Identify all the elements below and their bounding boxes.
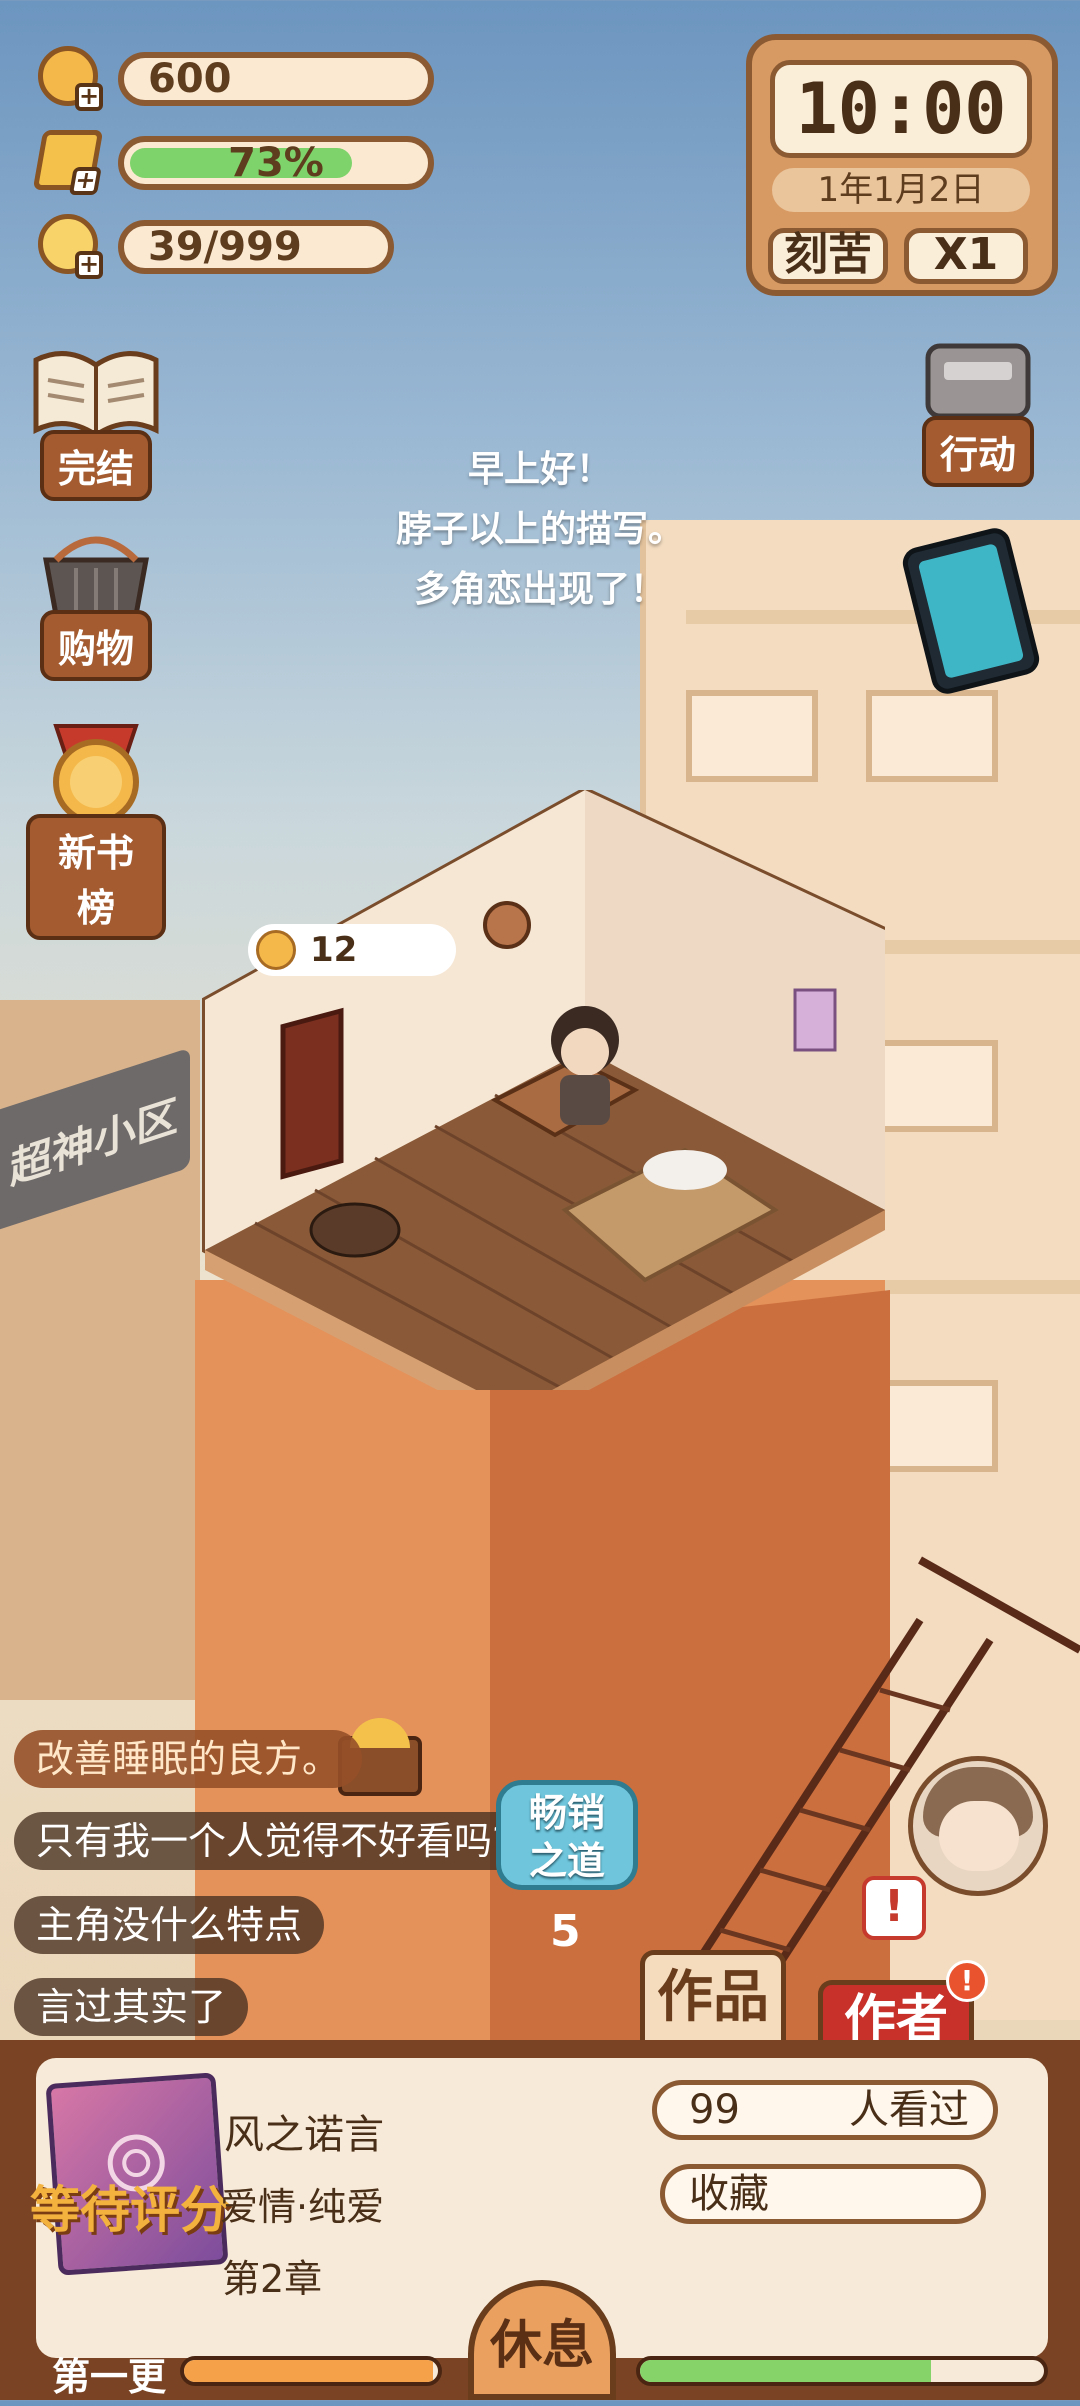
right-progress-bar bbox=[636, 2356, 1048, 2386]
inspiration-amount: 39/999 bbox=[118, 220, 394, 274]
plus-icon[interactable]: + bbox=[75, 251, 103, 279]
shopping-menu-button[interactable]: 购物 bbox=[26, 520, 166, 681]
clock-panel: 10:00 1年1月2日 刻苦 X1 bbox=[746, 34, 1058, 296]
coin-reward-bubble[interactable]: 12 bbox=[248, 924, 456, 976]
bestseller-button[interactable]: 畅销 之道 bbox=[496, 1780, 638, 1890]
greeting-message: 早上好！ 脖子以上的描写。 多角恋出现了！ bbox=[300, 440, 780, 620]
mode-button[interactable]: 刻苦 bbox=[768, 228, 888, 284]
coin-icon: + bbox=[38, 46, 103, 111]
notification-badge: ! bbox=[946, 1960, 988, 2002]
new-books-rank-button[interactable]: 新书榜 bbox=[26, 716, 166, 940]
greeting-line-1: 早上好！ bbox=[467, 449, 612, 490]
book-chapter: 第2章 bbox=[222, 2257, 323, 2301]
reader-avatar[interactable] bbox=[908, 1756, 1048, 1896]
pending-review-status: 等待评分 bbox=[30, 2181, 230, 2239]
greeting-line-2: 脖子以上的描写。 bbox=[395, 509, 684, 550]
finish-menu-button[interactable]: 完结 bbox=[26, 340, 166, 501]
plus-icon[interactable]: + bbox=[75, 83, 103, 111]
time-display: 10:00 bbox=[770, 60, 1032, 158]
book-genre: 爱情·纯爱 bbox=[220, 2185, 385, 2229]
left-progress-fill bbox=[184, 2360, 433, 2382]
plus-icon[interactable]: + bbox=[68, 166, 102, 195]
views-label: 人看过 bbox=[849, 2087, 969, 2133]
comment-bubble: 言过其实了 bbox=[14, 1978, 249, 2036]
greeting-line-3: 多角恋出现了！ bbox=[413, 569, 666, 610]
comment-bubble: 只有我一个人觉得不好看吗? bbox=[14, 1812, 535, 1870]
lightning-icon: + bbox=[32, 130, 104, 195]
date-display: 1年1月2日 bbox=[772, 168, 1030, 212]
energy-resource[interactable]: + 73% bbox=[32, 130, 438, 200]
right-progress-fill bbox=[640, 2360, 931, 2382]
energy-bar: 73% bbox=[118, 136, 434, 190]
progress-label: 第一更 bbox=[52, 2355, 167, 2399]
bestseller-count: 5 bbox=[550, 1906, 581, 1957]
coin-resource[interactable]: + 600 bbox=[38, 46, 438, 116]
tab-works[interactable]: 作品 bbox=[640, 1950, 786, 2042]
shopping-label: 购物 bbox=[39, 610, 152, 681]
new-books-rank-label: 新书榜 bbox=[26, 814, 166, 940]
views-count: 99 bbox=[689, 2087, 740, 2133]
bestseller-label-line2: 之道 bbox=[528, 1839, 605, 1883]
medal-icon bbox=[53, 724, 139, 825]
inspiration-resource[interactable]: + 39/999 bbox=[38, 214, 438, 284]
comment-bubble: 改善睡眠的良方。 bbox=[14, 1730, 363, 1788]
writer-room bbox=[202, 790, 885, 1390]
lightbulb-icon: + bbox=[38, 214, 103, 279]
action-button[interactable]: 行动 bbox=[912, 340, 1044, 487]
comment-bubble: 主角没什么特点 bbox=[14, 1896, 325, 1954]
energy-label: 73% bbox=[228, 140, 324, 186]
coin-reward-amount: 12 bbox=[310, 930, 358, 970]
alert-icon: ! bbox=[862, 1876, 926, 1940]
bestseller-label-line1: 畅销 bbox=[528, 1791, 605, 1835]
left-progress-bar bbox=[180, 2356, 442, 2386]
coin-amount: 600 bbox=[118, 52, 434, 106]
speed-button[interactable]: X1 bbox=[904, 228, 1028, 284]
finish-label: 完结 bbox=[39, 430, 152, 501]
favorite-button[interactable]: 收藏 bbox=[660, 2164, 986, 2224]
coin-icon bbox=[256, 930, 296, 970]
action-label: 行动 bbox=[921, 416, 1034, 487]
book-title: 风之诺言 bbox=[224, 2112, 384, 2158]
views-pill: 99 人看过 bbox=[652, 2080, 998, 2140]
